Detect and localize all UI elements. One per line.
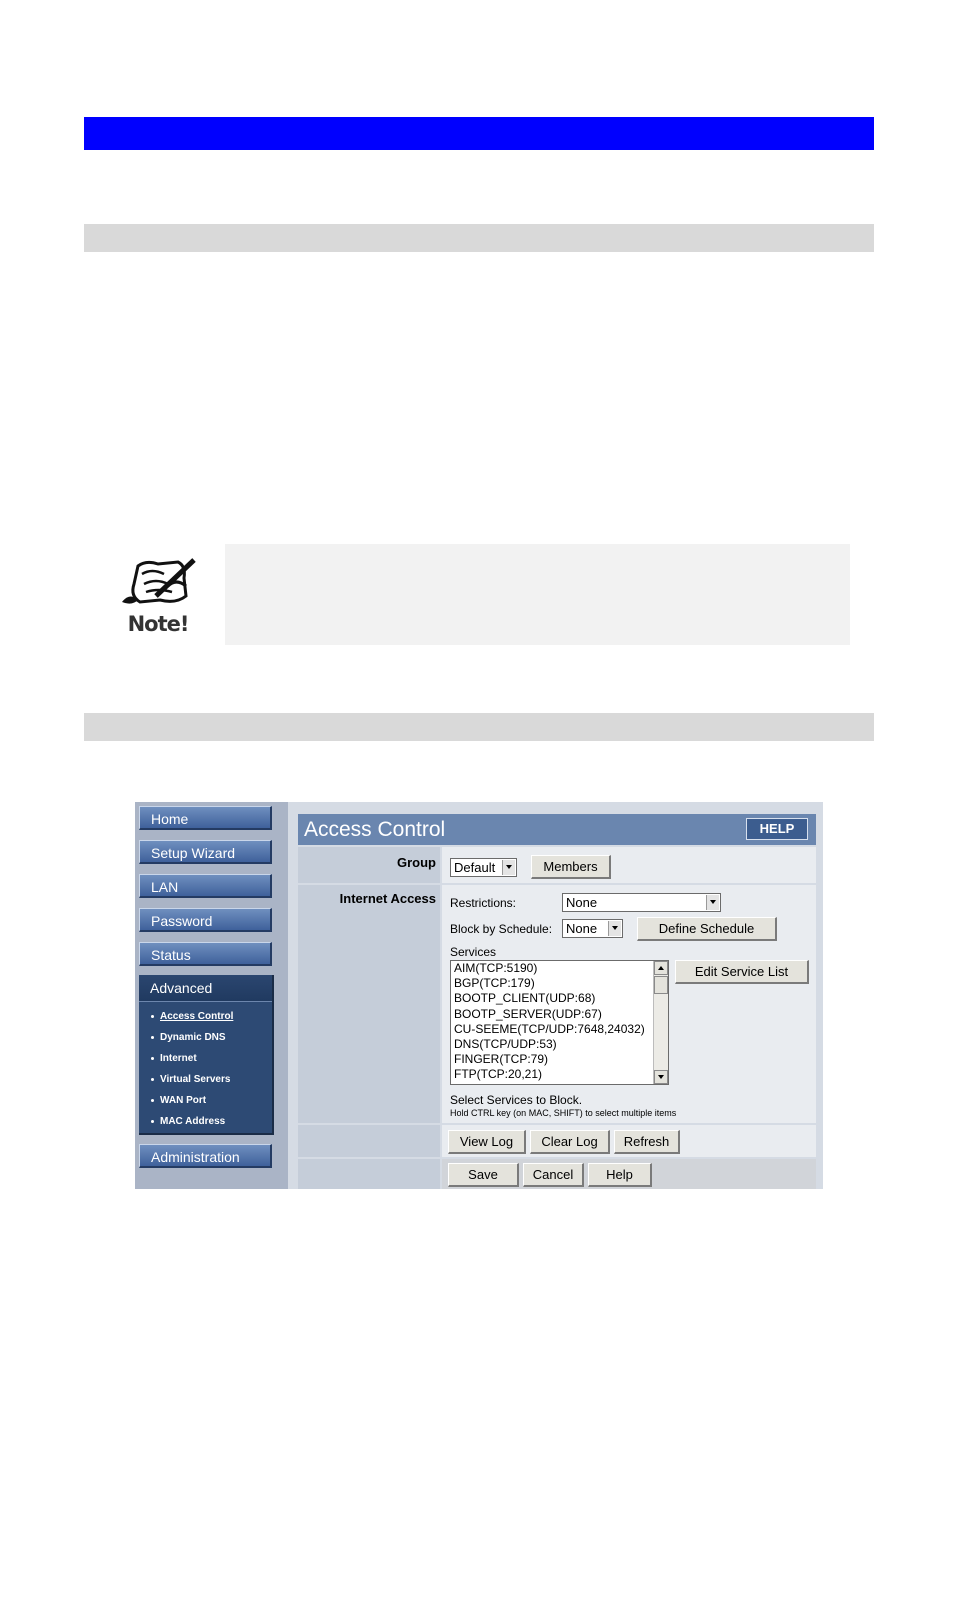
restrictions-select[interactable]: None [562,893,721,912]
service-option[interactable]: AIM(TCP:5190) [451,961,668,976]
service-option[interactable]: BOOTP_SERVER(UDP:67) [451,1007,668,1022]
schedule-select-value: None [566,921,598,936]
subitem-label: Dynamic DNS [160,1032,226,1043]
help-action-button[interactable]: Help [588,1163,652,1187]
sidebar: Home Setup Wizard LAN Password Status Ad… [135,802,288,1189]
subitem-label: Internet [160,1053,197,1064]
router-screenshot: Home Setup Wizard LAN Password Status Ad… [135,802,823,1189]
group-label: Group [397,855,436,870]
internet-access-label: Internet Access [339,891,436,906]
restrictions-select-value: None [566,895,598,910]
sidebar-item-advanced[interactable]: Advanced [139,975,272,1002]
group-select-value: Default [454,860,496,875]
subitem-label: MAC Address [160,1116,226,1127]
subitem-label: Access Control [160,1011,234,1022]
sidebar-item-lan[interactable]: LAN [139,874,272,898]
scroll-up-icon[interactable] [654,961,668,975]
chevron-down-icon [502,860,515,875]
main-panel: Access Control HELP Group Default Member… [288,802,823,1189]
refresh-button[interactable]: Refresh [614,1130,680,1154]
sidebar-subitem-wan-port[interactable]: WAN Port [151,1095,206,1106]
service-option[interactable]: FTP(TCP:20,21) [451,1067,668,1082]
sidebar-subitem-dynamic-dns[interactable]: Dynamic DNS [151,1032,226,1043]
services-hint-sub: Hold CTRL key (on MAC, SHIFT) to select … [450,1108,677,1118]
services-listbox[interactable]: AIM(TCP:5190) BGP(TCP:179) BOOTP_CLIENT(… [450,960,669,1085]
service-option[interactable]: DNS(TCP/UDP:53) [451,1037,668,1052]
sidebar-item-home[interactable]: Home [139,806,272,830]
chevron-down-icon [608,921,621,936]
subitem-label: WAN Port [160,1095,207,1106]
help-button[interactable]: HELP [746,818,808,840]
note-icon: Note! [116,556,200,636]
group-select[interactable]: Default [450,858,517,877]
service-option[interactable]: FINGER(TCP:79) [451,1052,668,1067]
members-button[interactable]: Members [531,855,611,879]
page-title: Access Control [304,818,446,841]
sidebar-item-password[interactable]: Password [139,908,272,932]
pen-paper-icon [122,558,196,604]
edit-service-list-button[interactable]: Edit Service List [675,960,809,984]
define-schedule-button[interactable]: Define Schedule [637,917,777,941]
subitem-label: Virtual Servers [160,1074,231,1085]
sidebar-item-status[interactable]: Status [139,942,272,966]
log-label-cell [298,1125,440,1157]
cancel-button[interactable]: Cancel [523,1163,584,1187]
schedule-label: Block by Schedule: [450,922,553,936]
log-buttons-cell: View Log Clear Log Refresh [442,1125,816,1157]
sidebar-item-setup-wizard[interactable]: Setup Wizard [139,840,272,864]
scroll-thumb[interactable] [654,976,668,994]
note-box [225,544,850,645]
save-button[interactable]: Save [448,1163,519,1187]
clear-log-button[interactable]: Clear Log [530,1130,610,1154]
group-field-cell: Default Members [442,847,816,883]
sidebar-advanced-panel: Advanced Access Control Dynamic DNS Inte… [139,975,274,1135]
group-label-cell: Group [298,847,440,883]
sidebar-subitem-internet[interactable]: Internet [151,1053,197,1064]
scroll-down-icon[interactable] [654,1070,668,1084]
view-log-button[interactable]: View Log [448,1130,526,1154]
services-hint: Select Services to Block. [450,1093,583,1107]
chevron-down-icon [706,895,719,910]
subsection-header-bar [84,224,874,252]
service-option[interactable]: BOOTP_CLIENT(UDP:68) [451,991,668,1006]
note-label: Note! [127,612,190,636]
title-bar: Access Control HELP [298,814,816,845]
services-scrollbar[interactable] [653,961,668,1084]
service-option[interactable]: CU-SEEME(TCP/UDP:7648,24032) [451,1022,668,1037]
service-option[interactable]: BGP(TCP:179) [451,976,668,991]
restrictions-label: Restrictions: [450,896,517,910]
actions-label-cell [298,1159,440,1189]
services-label: Services [450,945,497,959]
schedule-select[interactable]: None [562,919,623,938]
internet-access-label-cell: Internet Access [298,885,440,1123]
sidebar-subitem-access-control[interactable]: Access Control [151,1011,233,1022]
subsection-header-bar-2 [84,713,874,741]
section-header-bar [84,117,874,150]
sidebar-item-administration[interactable]: Administration [139,1144,272,1168]
sidebar-subitem-mac-address[interactable]: MAC Address [151,1116,225,1127]
sidebar-subitem-virtual-servers[interactable]: Virtual Servers [151,1074,230,1085]
actions-cell: Save Cancel Help [442,1159,816,1189]
internet-access-field-cell: Restrictions: None Block by Schedule: No… [442,885,816,1123]
